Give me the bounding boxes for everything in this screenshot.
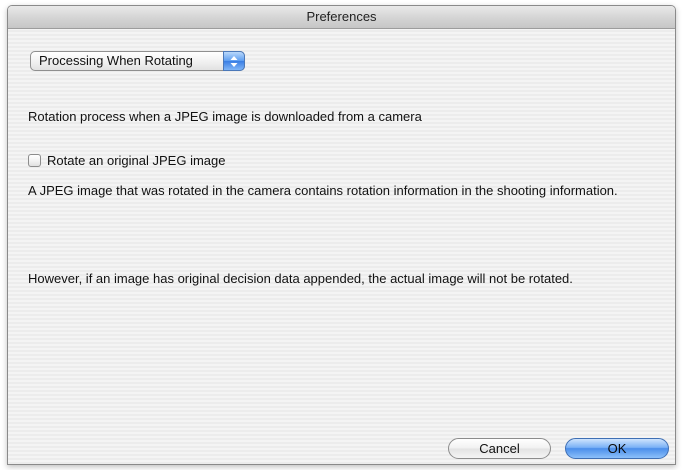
category-popup-menu[interactable]: Processing When Rotating [30,51,245,71]
rotation-info-text: A JPEG image that was rotated in the cam… [28,183,618,198]
title-bar[interactable]: Preferences [8,6,675,29]
decision-data-info-text: However, if an image has original decisi… [28,271,573,286]
ok-button[interactable]: OK [565,438,669,459]
cancel-button[interactable]: Cancel [448,438,551,459]
popup-selected-label: Processing When Rotating [39,53,193,68]
rotate-original-checkbox[interactable] [28,153,41,167]
rotation-heading: Rotation process when a JPEG image is do… [28,109,422,124]
rotate-original-checkbox-label[interactable]: Rotate an original JPEG image [47,153,225,168]
updown-arrows-icon [223,51,245,71]
rotate-original-checkbox-row[interactable]: Rotate an original JPEG image [28,152,225,168]
window-title: Preferences [306,9,377,24]
preferences-window: Preferences Processing When Rotating Rot… [7,5,676,465]
